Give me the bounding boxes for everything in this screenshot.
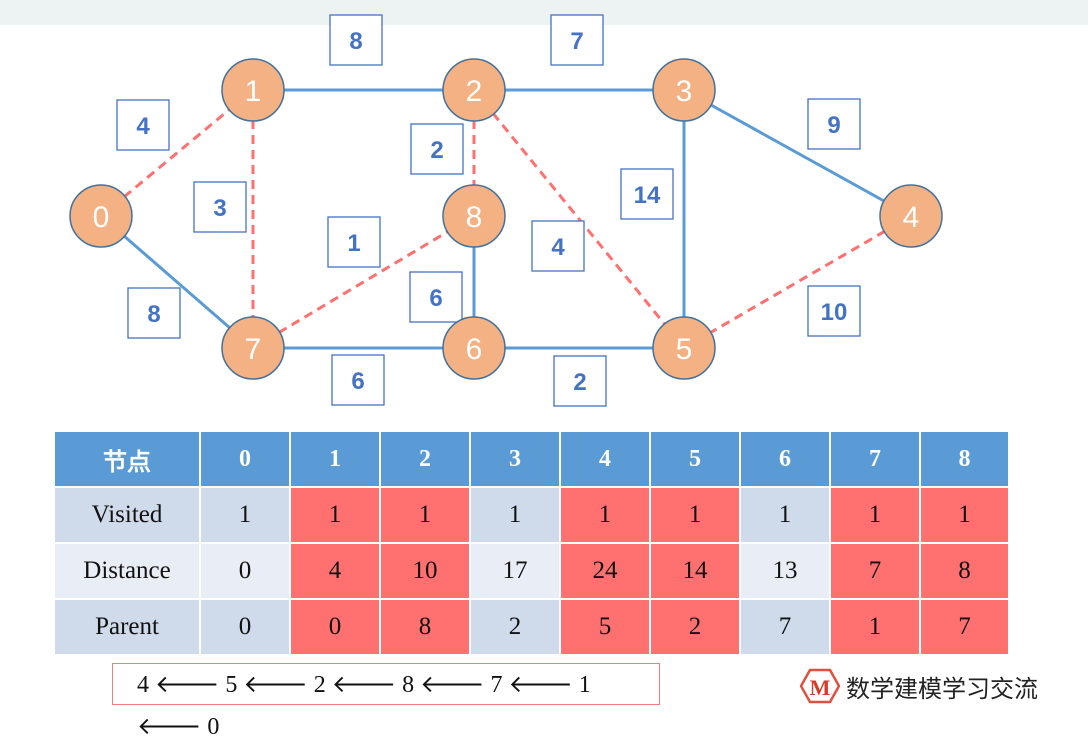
- edge-weight-label: 1: [347, 230, 360, 257]
- table-cell: 7: [921, 600, 1008, 654]
- table-cell: 1: [471, 488, 559, 542]
- table-cell: 1: [201, 488, 289, 542]
- row-label: Distance: [55, 544, 199, 598]
- logo-hexagon-icon: M: [800, 668, 840, 704]
- table-cell: 1: [381, 488, 469, 542]
- column-header: 7: [831, 432, 919, 486]
- edge-weight-label: 6: [351, 368, 364, 395]
- edge-weight-label: 4: [551, 234, 565, 261]
- logo-text: 数学建模学习交流: [846, 674, 1038, 703]
- edge-weight-label: 3: [213, 195, 226, 222]
- table-row: Parent 0 0 8 2 5 2 7 1 7: [55, 600, 1008, 654]
- graph-diagram: 8 74321491 468 106 201 2 345678: [69, 14, 943, 407]
- edge-weight-label: 6: [429, 285, 442, 312]
- table-cell: 8: [381, 600, 469, 654]
- column-header: 0: [201, 432, 289, 486]
- table-cell: 13: [741, 544, 829, 598]
- table-cell: 2: [651, 600, 739, 654]
- edge-weight-label: 8: [147, 301, 160, 328]
- column-header: 4: [561, 432, 649, 486]
- node-label: 2: [466, 75, 483, 108]
- edge-weight-label: 7: [570, 28, 583, 55]
- table-row: Distance 0 4 10 17 24 14 13 7 8: [55, 544, 1008, 598]
- table-cell: 1: [741, 488, 829, 542]
- node-label: 5: [676, 333, 693, 366]
- svg-text:M: M: [810, 675, 831, 700]
- logo: M 数学建模学习交流: [800, 668, 1038, 704]
- table-cell: 1: [831, 488, 919, 542]
- table-cell: 0: [291, 600, 379, 654]
- table-cell: 4: [291, 544, 379, 598]
- edge-weight-label: 8: [349, 28, 362, 55]
- dijkstra-table: 节点 0 1 2 3 4 5 6 7 8 Visited 1 1 1 1 1 1 1 1 1 Distance 0 4 1…: [53, 430, 1010, 656]
- node-label: 6: [466, 333, 483, 366]
- table-cell: 10: [381, 544, 469, 598]
- column-header: 2: [381, 432, 469, 486]
- table-cell: 8: [921, 544, 1008, 598]
- edge-weight-label: 10: [821, 299, 848, 326]
- node-label: 4: [903, 201, 920, 234]
- node-label: 7: [245, 333, 262, 366]
- table-cell: 1: [651, 488, 739, 542]
- row-label: Parent: [55, 600, 199, 654]
- column-header: 1: [291, 432, 379, 486]
- edge-weight-label: 2: [573, 369, 586, 396]
- table-cell: 1: [291, 488, 379, 542]
- path-result: 4 🡐 5 🡐 2 🡐 8 🡐 7 🡐 1 🡐 0: [112, 663, 660, 740]
- column-header: 8: [921, 432, 1008, 486]
- edge-weight-label: 14: [634, 182, 661, 209]
- row-label: Visited: [55, 488, 199, 542]
- table-cell: 17: [471, 544, 559, 598]
- column-header: 6: [741, 432, 829, 486]
- edge-4-5: [683, 214, 912, 350]
- table-cell: 1: [561, 488, 649, 542]
- edge-weight-label: 2: [430, 137, 443, 164]
- table-cell: 7: [831, 544, 919, 598]
- node-label: 0: [93, 201, 110, 234]
- table-cell: 14: [651, 544, 739, 598]
- table-row: Visited 1 1 1 1 1 1 1 1 1: [55, 488, 1008, 542]
- table-cell: 2: [471, 600, 559, 654]
- table-cell: 5: [561, 600, 649, 654]
- node-label: 8: [466, 201, 483, 234]
- column-header: 5: [651, 432, 739, 486]
- table-cell: 0: [201, 544, 289, 598]
- column-header: 3: [471, 432, 559, 486]
- table-cell: 7: [741, 600, 829, 654]
- node-label: 1: [245, 75, 262, 108]
- edge-3-4: [683, 88, 912, 218]
- node-label: 3: [676, 75, 693, 108]
- table-header: 节点 0 1 2 3 4 5 6 7 8: [55, 432, 1008, 486]
- column-header: 节点: [55, 432, 199, 486]
- edge-weight-label: 9: [827, 112, 840, 139]
- table-cell: 1: [921, 488, 1008, 542]
- table-cell: 24: [561, 544, 649, 598]
- edge-weight-label: 4: [136, 113, 150, 140]
- table-cell: 0: [201, 600, 289, 654]
- table-cell: 1: [831, 600, 919, 654]
